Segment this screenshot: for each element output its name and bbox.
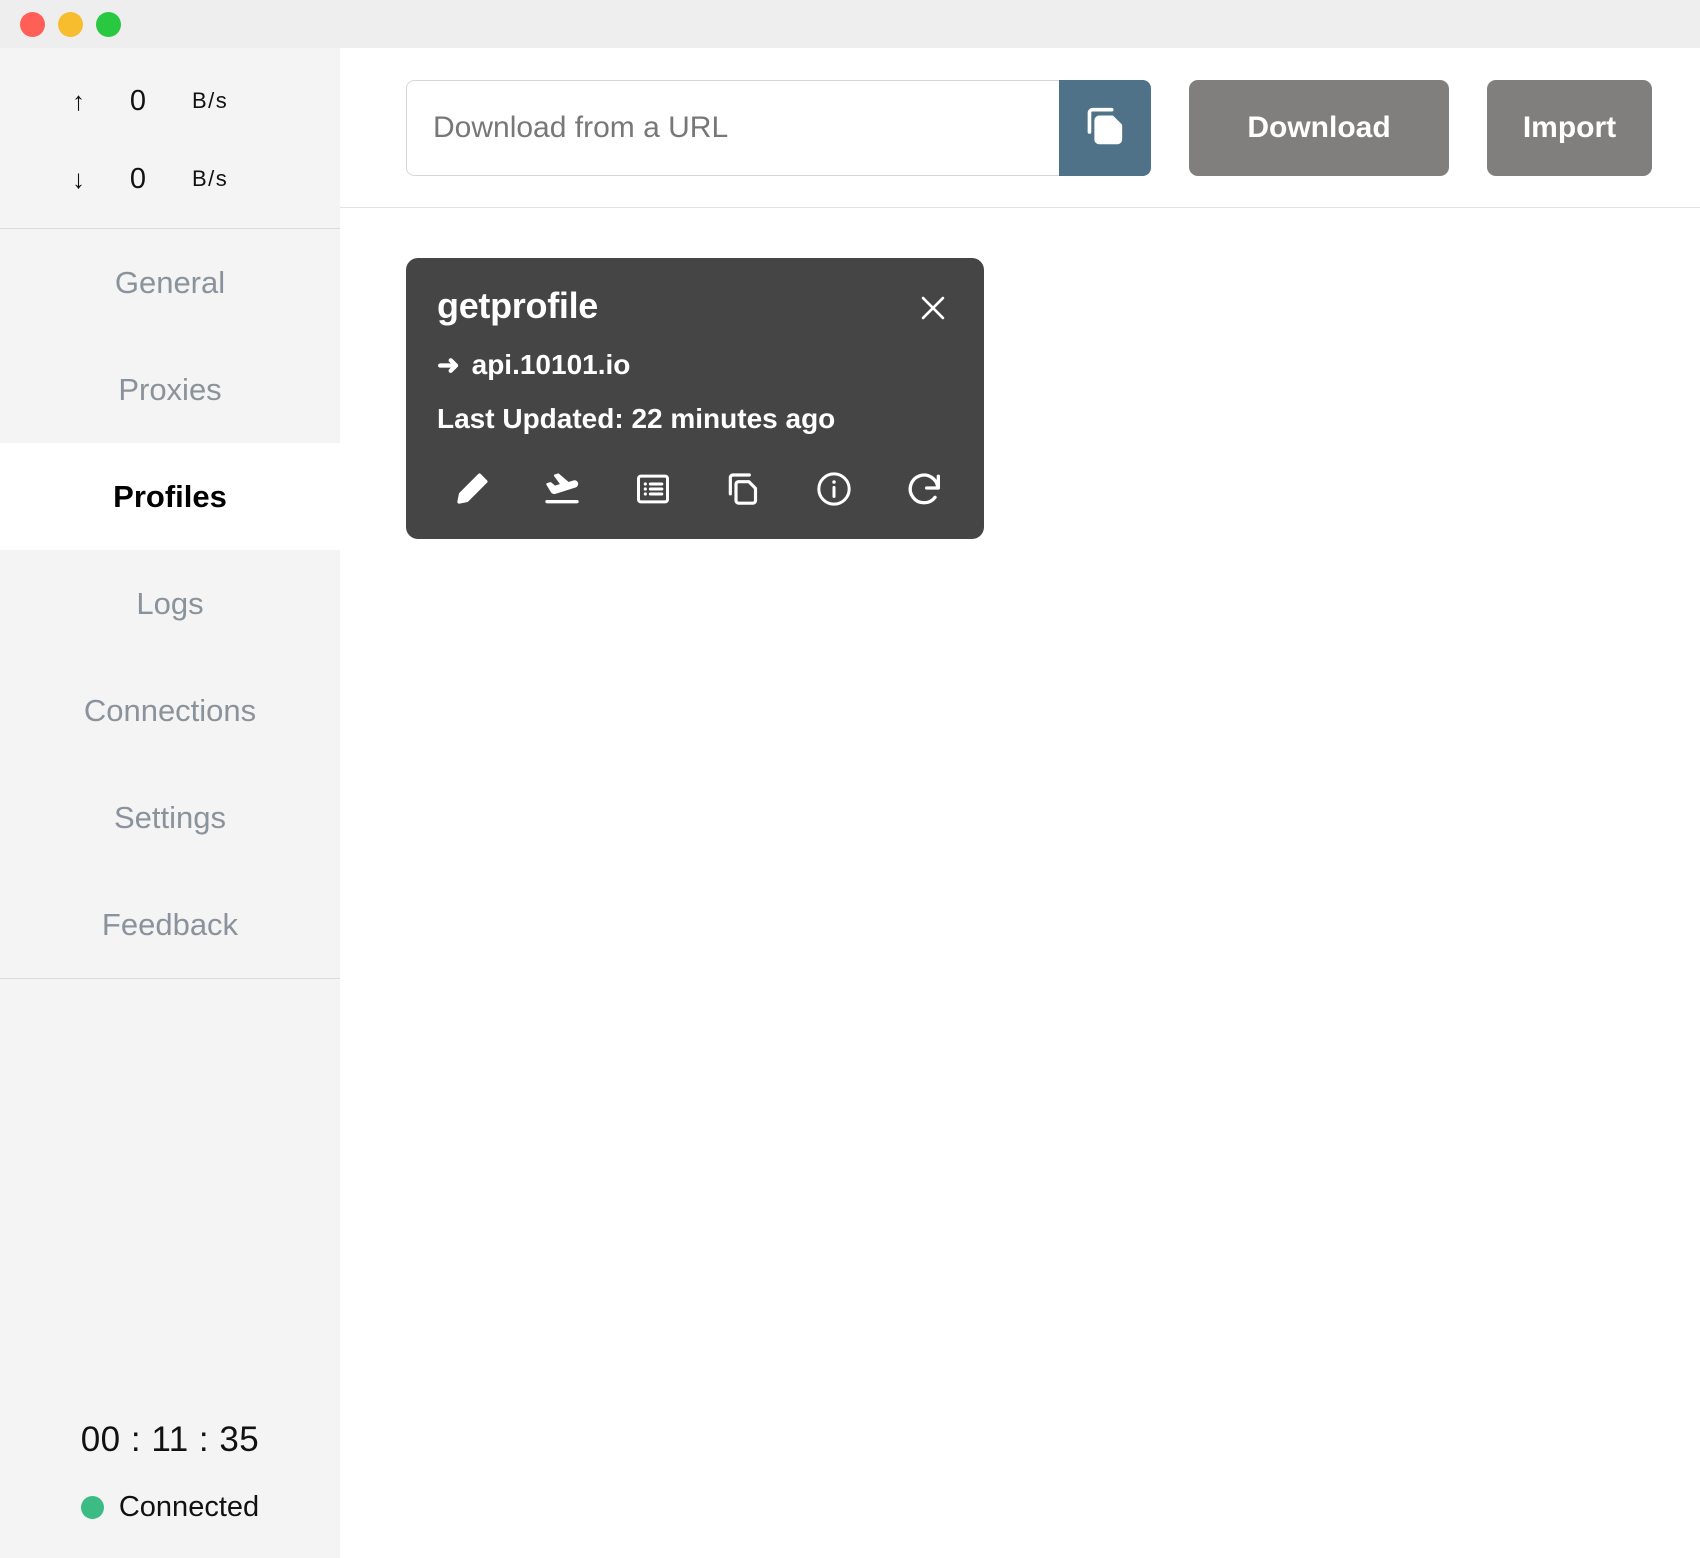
refresh-icon <box>904 469 944 512</box>
close-window-button[interactable] <box>20 11 45 37</box>
minimize-window-button[interactable] <box>58 11 83 37</box>
upload-speed-unit: B/s <box>192 88 229 113</box>
main-content: Download Import getprofile <box>340 48 1700 1558</box>
plane-landing-icon <box>542 469 582 512</box>
status-dot-icon <box>80 1496 104 1519</box>
copy-link-button[interactable] <box>720 467 766 513</box>
window-body: ↑ 0 B/s ↓ 0 B/s General Proxies Profiles… <box>0 48 1700 1558</box>
upload-speed-value: 0 <box>129 84 147 117</box>
sidebar-item-general[interactable]: General <box>0 229 340 336</box>
sidebar-item-profiles[interactable]: Profiles <box>0 443 340 550</box>
info-button[interactable] <box>811 467 857 513</box>
sidebar-item-logs[interactable]: Logs <box>0 550 340 657</box>
copy-paste-icon <box>1082 103 1128 152</box>
sidebar-item-settings[interactable]: Settings <box>0 764 340 871</box>
profile-url: api.10101.io <box>471 349 631 380</box>
download-speed-value: 0 <box>129 162 147 195</box>
sidebar-item-label: Logs <box>136 585 204 621</box>
connection-status: Connected <box>80 1491 260 1524</box>
list-icon <box>633 469 673 512</box>
info-icon <box>814 469 854 512</box>
edit-profile-button[interactable] <box>449 467 495 513</box>
toolbar: Download Import <box>340 48 1700 208</box>
arrow-up-icon: ↑ <box>72 86 85 116</box>
traffic-light-group <box>20 11 121 37</box>
download-speed-row: ↓ 0 B/s <box>0 140 340 218</box>
refresh-profile-button[interactable] <box>901 467 947 513</box>
sidebar-footer: 00 : 11 : 35 Connected <box>0 1420 340 1558</box>
arrow-right-icon: ➜ <box>437 349 460 380</box>
profile-actions <box>437 467 953 513</box>
sidebar-item-label: Profiles <box>113 478 227 514</box>
profile-card[interactable]: getprofile ➜ api.10101.io Last Updated: … <box>406 258 984 539</box>
edit-icon <box>452 469 492 512</box>
arrow-down-icon: ↓ <box>72 164 85 194</box>
sidebar-nav: General Proxies Profiles Logs Connection… <box>0 229 340 978</box>
sidebar-item-label: Connections <box>83 692 257 728</box>
sidebar: ↑ 0 B/s ↓ 0 B/s General Proxies Profiles… <box>0 48 340 1558</box>
app-window: ↑ 0 B/s ↓ 0 B/s General Proxies Profiles… <box>0 0 1700 1558</box>
profiles-list: getprofile ➜ api.10101.io Last Updated: … <box>340 208 1700 1558</box>
session-timer: 00 : 11 : 35 <box>80 1420 260 1459</box>
title-bar <box>0 0 1700 48</box>
profile-card-header: getprofile <box>437 286 953 329</box>
url-input-group <box>406 79 1151 176</box>
latency-test-button[interactable] <box>539 467 585 513</box>
upload-speed-row: ↑ 0 B/s <box>0 62 340 140</box>
close-icon <box>916 291 950 328</box>
sidebar-item-label: Settings <box>113 799 226 835</box>
download-speed-unit: B/s <box>192 166 229 191</box>
zoom-window-button[interactable] <box>96 11 121 37</box>
speed-panel: ↑ 0 B/s ↓ 0 B/s <box>0 48 340 229</box>
profile-last-updated: Last Updated: 22 minutes ago <box>437 403 836 434</box>
status-badge: Connected <box>118 1491 260 1523</box>
copy-icon <box>723 469 763 512</box>
import-button[interactable]: Import <box>1487 79 1652 176</box>
sidebar-item-feedback[interactable]: Feedback <box>0 871 340 978</box>
proxies-list-button[interactable] <box>630 467 676 513</box>
sidebar-item-label: General <box>114 264 226 300</box>
sidebar-item-connections[interactable]: Connections <box>0 657 340 764</box>
sidebar-item-label: Feedback <box>101 906 239 942</box>
delete-profile-button[interactable] <box>913 289 953 329</box>
sidebar-item-proxies[interactable]: Proxies <box>0 336 340 443</box>
download-button[interactable]: Download <box>1189 79 1449 176</box>
profile-title: getprofile <box>437 285 599 326</box>
profile-url-row: ➜ api.10101.io <box>437 349 953 381</box>
sidebar-item-label: Proxies <box>118 371 222 407</box>
paste-from-clipboard-button[interactable] <box>1059 79 1151 176</box>
sidebar-spacer <box>0 979 340 1420</box>
url-input[interactable] <box>406 79 1059 176</box>
